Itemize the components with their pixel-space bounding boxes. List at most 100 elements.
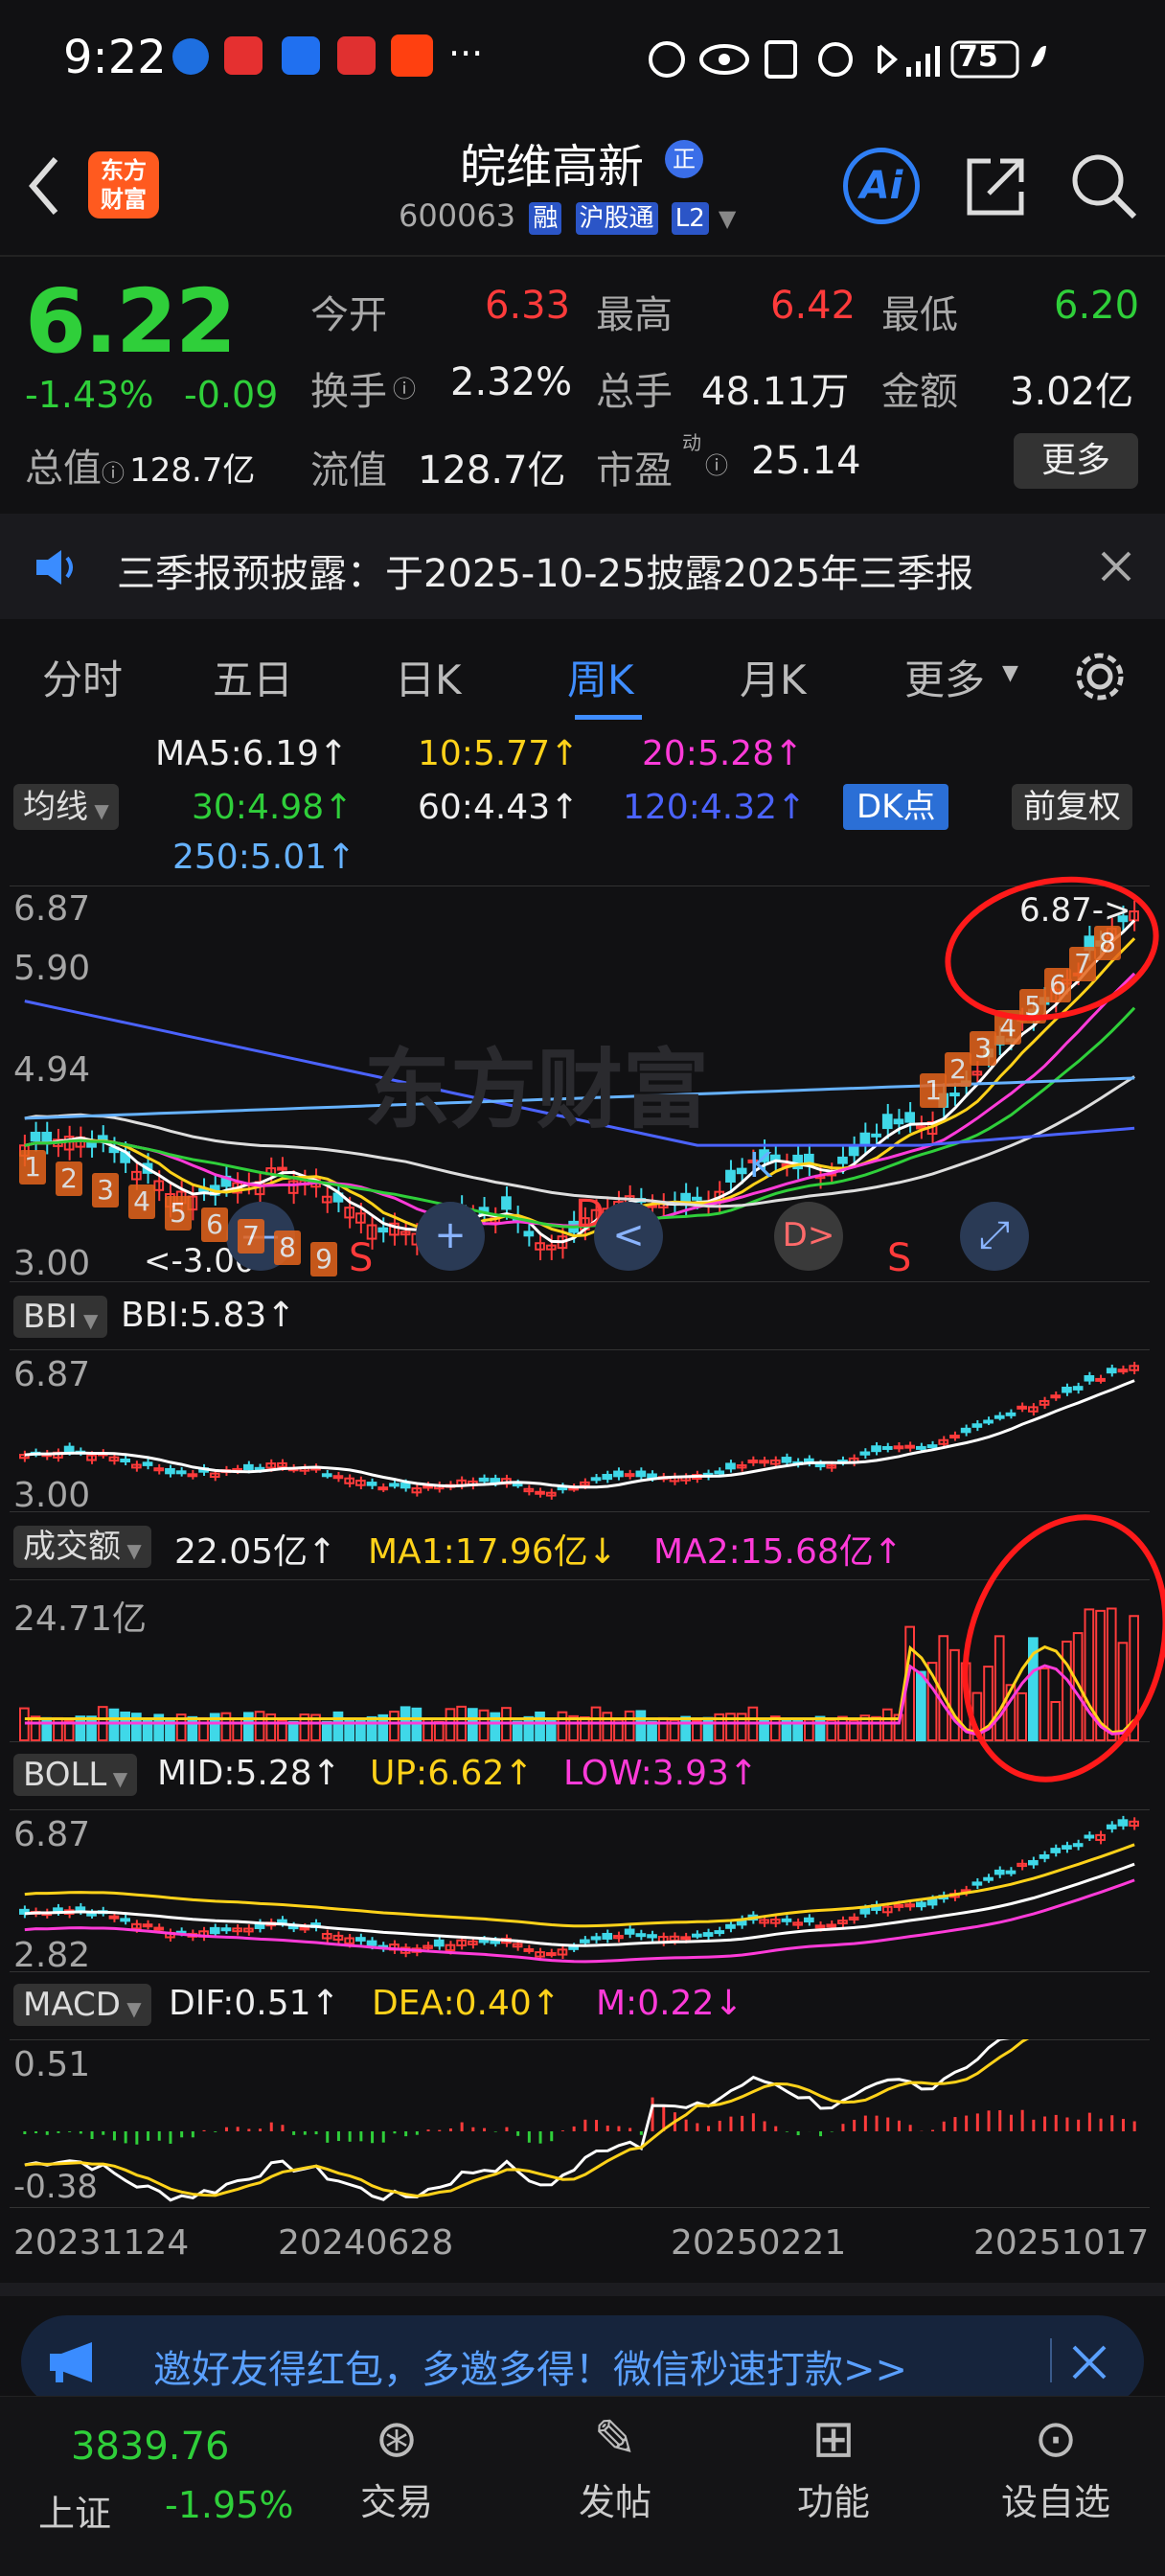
candle bbox=[826, 1923, 837, 1928]
close-icon[interactable] bbox=[1100, 550, 1132, 583]
scroll-left-button[interactable]: < bbox=[594, 1202, 663, 1271]
info-icon[interactable]: ⓘ bbox=[393, 370, 416, 403]
candle bbox=[120, 1918, 131, 1922]
boll-tick-max: 6.87 bbox=[13, 1815, 91, 1854]
candle bbox=[523, 1947, 535, 1952]
macd-chart[interactable] bbox=[10, 2039, 1150, 2208]
candle bbox=[814, 1462, 826, 1468]
candle bbox=[175, 1470, 187, 1475]
adjust-button[interactable]: 前复权 bbox=[1012, 784, 1132, 830]
boll-chart[interactable] bbox=[10, 1809, 1150, 1972]
amount-bar bbox=[881, 1708, 893, 1742]
boll-selector[interactable]: BOLL ▼ bbox=[13, 1754, 138, 1796]
notice-text[interactable]: 三季报预披露：于2025-10-25披露2025年三季报 bbox=[117, 542, 973, 598]
gear-icon[interactable] bbox=[1071, 648, 1129, 705]
candle bbox=[725, 1923, 736, 1929]
td-count-label: 5 bbox=[1019, 989, 1046, 1024]
more-notifications-icon: ··· bbox=[448, 33, 484, 75]
tab-five-day[interactable]: 五日 bbox=[213, 648, 293, 706]
tab-monthly[interactable]: 月K bbox=[740, 648, 807, 706]
close-icon[interactable] bbox=[1071, 2344, 1108, 2380]
candle bbox=[702, 1932, 714, 1937]
more-icon: ⊙ bbox=[1034, 2408, 1078, 2469]
tab-daily[interactable]: 日K bbox=[395, 648, 462, 706]
boll-tick-min: 2.82 bbox=[13, 1936, 91, 1975]
candle bbox=[971, 1423, 983, 1428]
candle bbox=[243, 1463, 254, 1471]
candle bbox=[1017, 1405, 1028, 1410]
macd-selector-label: MACD bbox=[23, 1986, 121, 2024]
candle bbox=[187, 1473, 198, 1478]
index-value[interactable]: 3839.76 bbox=[71, 2425, 229, 2469]
candle bbox=[1050, 1394, 1062, 1399]
dk-next-button[interactable]: D> bbox=[774, 1202, 843, 1271]
tab-more-chevron-icon[interactable]: ▼ bbox=[1002, 661, 1018, 685]
candle bbox=[859, 1132, 871, 1146]
candle bbox=[1106, 1368, 1117, 1374]
date-label: 20231124 bbox=[13, 2223, 190, 2263]
nav-functions-label: 功能 bbox=[796, 2481, 870, 2523]
date-label: 20240628 bbox=[278, 2223, 454, 2263]
tab-more[interactable]: 更多 bbox=[904, 648, 985, 706]
tab-indicator bbox=[575, 715, 642, 720]
nav-functions[interactable]: ⊞ 功能 bbox=[757, 2405, 910, 2525]
open-label: 今开 bbox=[310, 293, 387, 337]
ma-selector[interactable]: 均线 ▼ bbox=[13, 784, 119, 830]
amount-bar bbox=[871, 1715, 881, 1742]
candle bbox=[635, 1933, 647, 1938]
amount-bar bbox=[635, 1710, 647, 1742]
share-icon[interactable] bbox=[962, 153, 1029, 220]
macd-selector[interactable]: MACD ▼ bbox=[13, 1984, 151, 2026]
candle bbox=[893, 1118, 904, 1125]
amount-tick-max: 24.71亿 bbox=[13, 1599, 148, 1639]
candle bbox=[804, 1917, 814, 1923]
candle bbox=[545, 1952, 557, 1957]
info-icon[interactable]: ⓘ bbox=[102, 460, 125, 487]
date-label: 20251017 bbox=[973, 2223, 1150, 2263]
l2-tag: L2 bbox=[671, 202, 709, 235]
megaphone-icon bbox=[50, 2342, 92, 2382]
tab-weekly[interactable]: 周K bbox=[567, 648, 634, 706]
candle bbox=[692, 1933, 702, 1938]
amount-bar bbox=[1017, 1691, 1028, 1742]
macd-dea: DEA:0.40↑ bbox=[372, 1984, 560, 2023]
zoom-in-button[interactable]: + bbox=[416, 1202, 485, 1271]
bbi-selector[interactable]: BBI ▼ bbox=[13, 1296, 108, 1338]
index-name[interactable]: 上证 bbox=[38, 2484, 111, 2537]
candle bbox=[142, 1923, 153, 1928]
index-change[interactable]: -1.95% bbox=[165, 2484, 293, 2526]
mail-notification-icon bbox=[337, 36, 376, 75]
chevron-down-icon[interactable]: ▼ bbox=[719, 205, 736, 232]
expand-icon[interactable]: ⤢ bbox=[960, 1202, 1029, 1271]
pe-value: 25.14 bbox=[751, 439, 861, 483]
amount-chart[interactable] bbox=[10, 1579, 1150, 1742]
candle bbox=[881, 1445, 893, 1450]
amount-selector[interactable]: 成交额 ▼ bbox=[13, 1526, 151, 1568]
bbi-chart[interactable] bbox=[10, 1349, 1150, 1512]
back-icon[interactable] bbox=[25, 155, 63, 217]
amount-bar bbox=[198, 1716, 209, 1741]
ad-text[interactable]: 邀好友得红包，多邀多得！微信秒速打款>> bbox=[153, 2338, 907, 2394]
amount-bar bbox=[557, 1711, 568, 1741]
candle bbox=[725, 1462, 736, 1470]
more-button[interactable]: 更多 bbox=[1014, 433, 1138, 489]
edit-icon: ✎ bbox=[593, 2408, 637, 2469]
ai-button[interactable]: Ai bbox=[843, 148, 920, 224]
search-icon[interactable] bbox=[1069, 151, 1138, 220]
candle bbox=[736, 1167, 747, 1175]
candle bbox=[714, 1930, 725, 1935]
app-logo: 东方 财富 bbox=[88, 151, 159, 218]
candle bbox=[366, 1482, 377, 1486]
dk-button[interactable]: DK点 bbox=[843, 784, 949, 830]
nav-trade[interactable]: ⊛ 交易 bbox=[320, 2405, 473, 2525]
candle bbox=[983, 1419, 994, 1424]
amount-bar bbox=[108, 1708, 120, 1741]
amount-bar bbox=[837, 1715, 848, 1742]
info-icon[interactable]: ⓘ bbox=[705, 447, 728, 480]
candle bbox=[63, 1445, 75, 1453]
nav-post[interactable]: ✎ 发帖 bbox=[538, 2405, 692, 2525]
amount-bar bbox=[53, 1716, 63, 1742]
nav-add-watchlist[interactable]: ⊙ 设自选 bbox=[979, 2405, 1132, 2525]
tab-intraday[interactable]: 分时 bbox=[42, 648, 123, 706]
price-tick-min: 3.00 bbox=[13, 1244, 91, 1283]
